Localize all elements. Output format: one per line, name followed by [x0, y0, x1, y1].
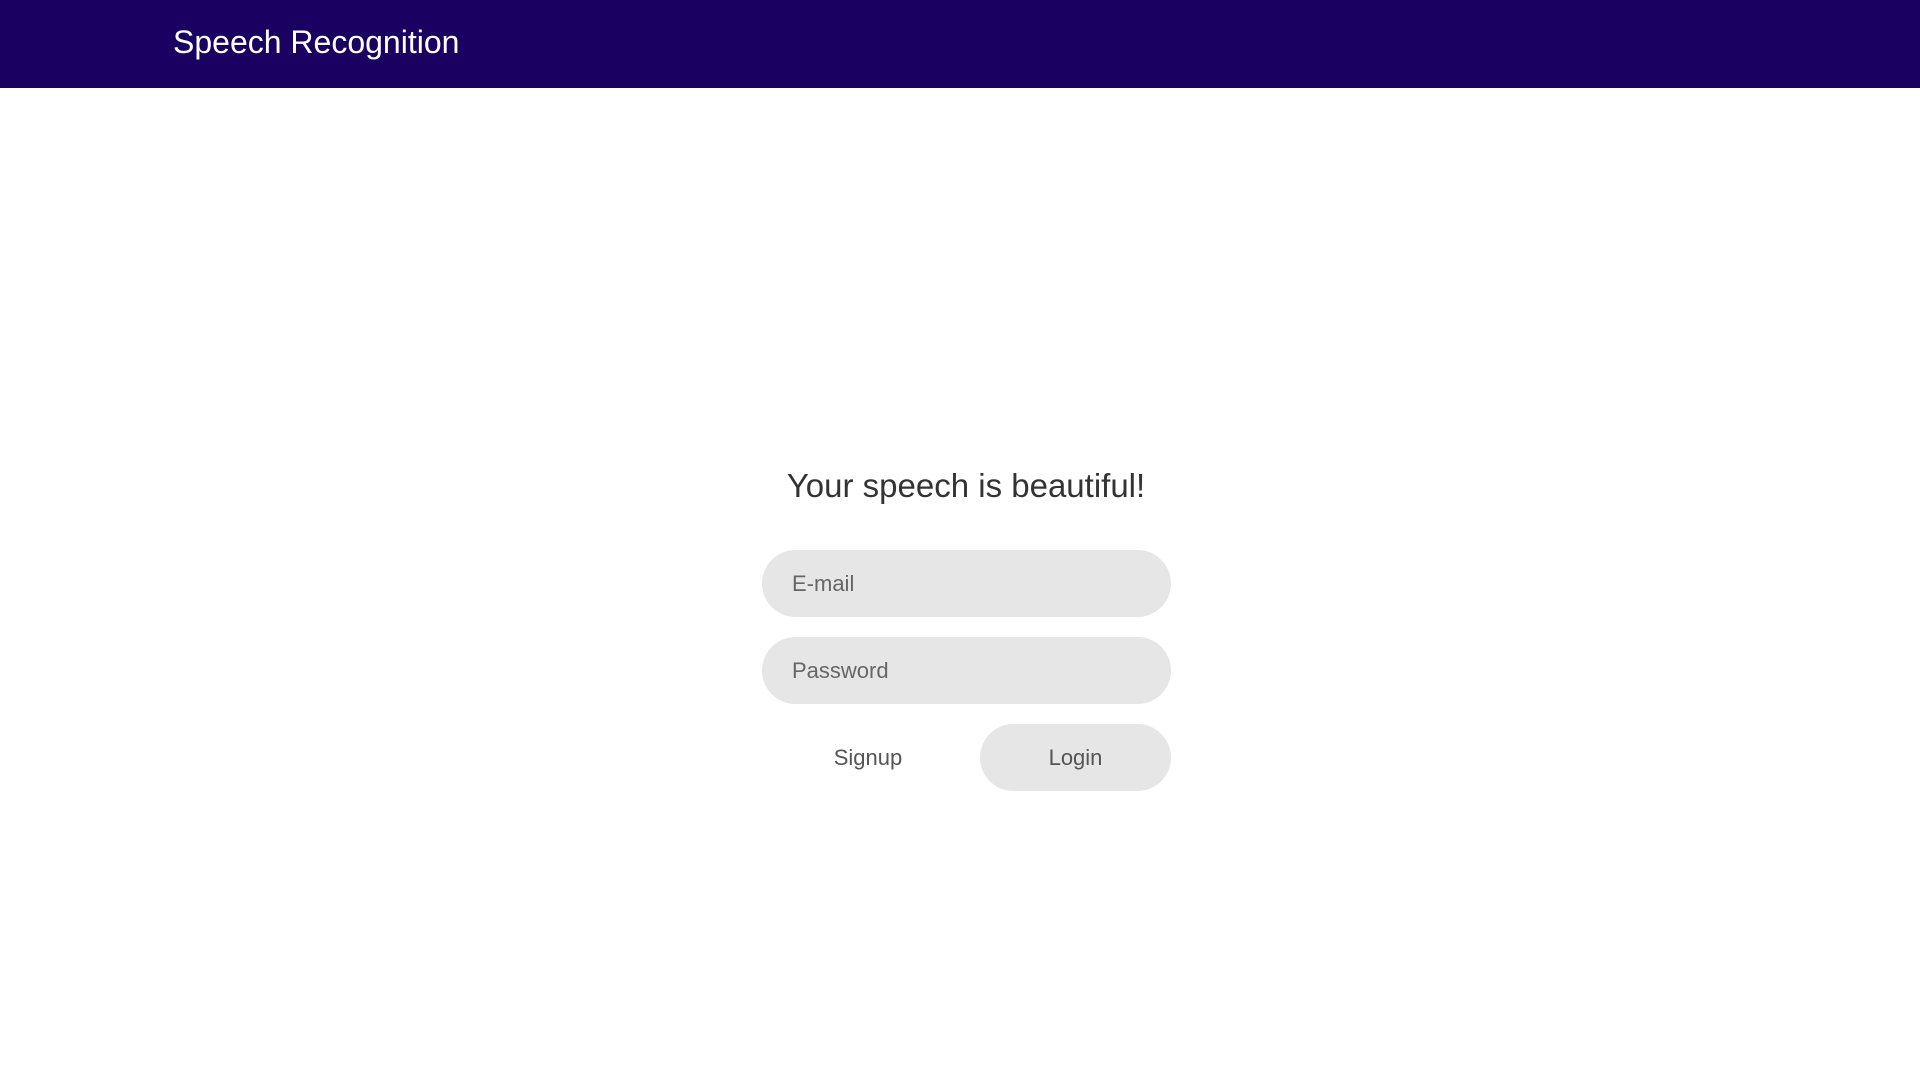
login-button[interactable]: Login	[980, 724, 1171, 791]
login-panel: Your speech is beautiful! Signup Login	[0, 88, 1920, 1080]
signup-button[interactable]: Signup	[762, 724, 974, 791]
page-title: Your speech is beautiful!	[786, 467, 1146, 504]
top-bar: Speech Recognition	[0, 0, 1920, 88]
sound-wave-icon	[31, 17, 151, 69]
email-field[interactable]	[762, 550, 1171, 617]
password-field[interactable]	[762, 637, 1171, 704]
app-title: Speech Recognition	[173, 24, 460, 60]
